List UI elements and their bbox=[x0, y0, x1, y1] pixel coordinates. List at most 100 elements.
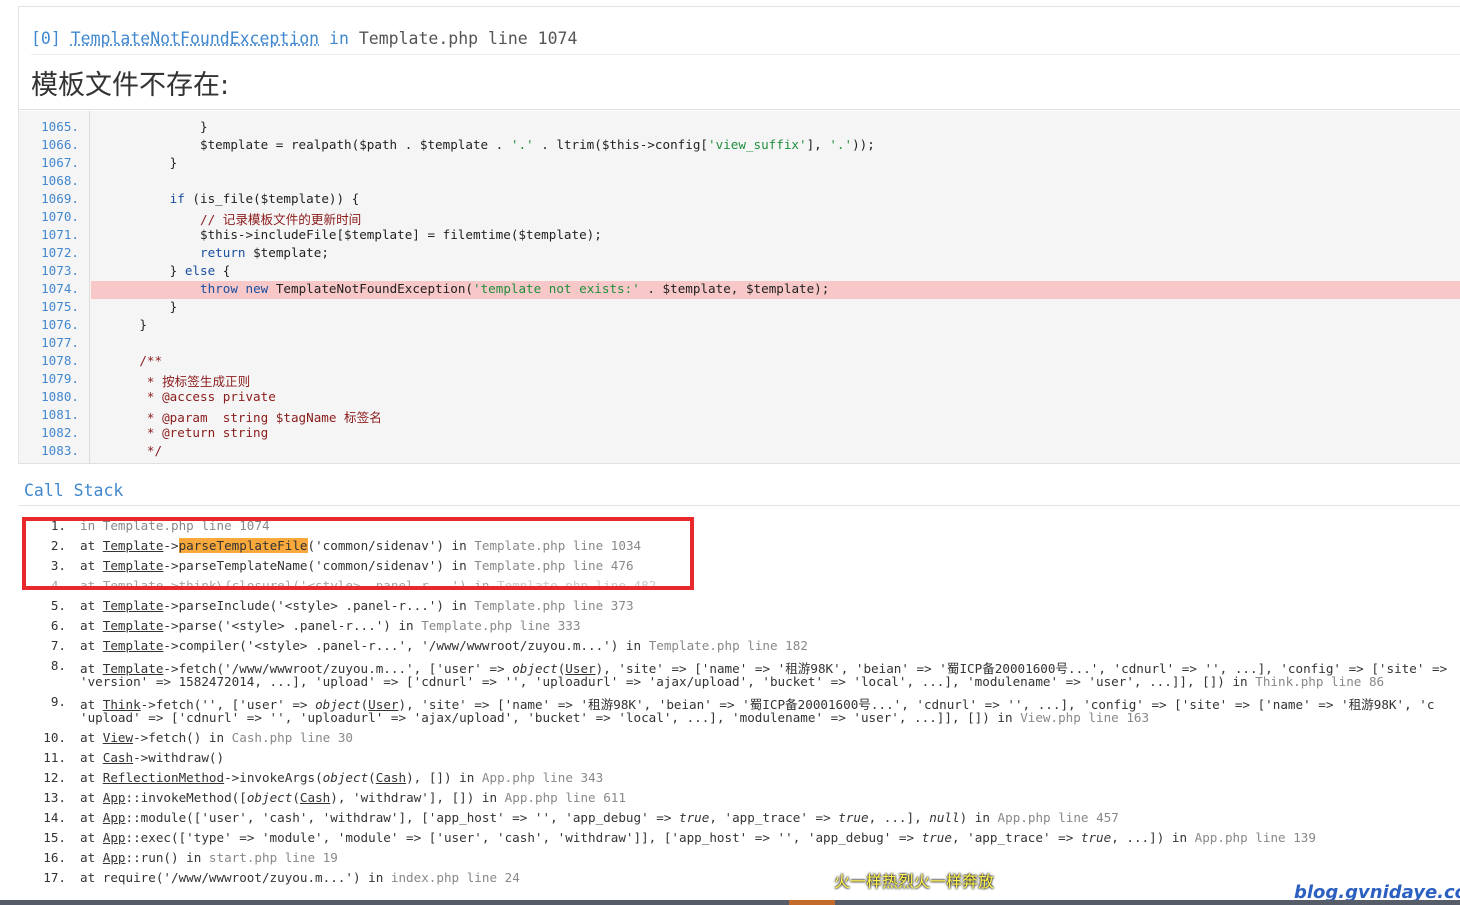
code-line: 1070. // 记录模板文件的更新时间 bbox=[19, 209, 1460, 227]
stack-frame: 14. at App::module(['user', 'cash', 'with… bbox=[24, 810, 1460, 828]
frame-number: 9. bbox=[50, 694, 66, 709]
code-text: } bbox=[109, 299, 178, 314]
code-text: // 记录模板文件的更新时间 bbox=[109, 212, 362, 227]
line-number: 1074. bbox=[41, 281, 79, 296]
line-number: 1065. bbox=[41, 119, 79, 134]
line-number: 1079. bbox=[41, 371, 79, 386]
code-line: 1072. return $template; bbox=[19, 245, 1460, 263]
code-text: } else { bbox=[109, 263, 231, 278]
line-number: 1077. bbox=[41, 335, 79, 350]
stack-frame: 7. at Template->compiler('<style> .panel-… bbox=[24, 638, 1460, 656]
frame-number: 10. bbox=[43, 730, 66, 745]
frame-text: at View->fetch() in Cash.php line 30 bbox=[80, 730, 353, 745]
code-text: */ bbox=[109, 443, 163, 458]
code-line: 1075. } bbox=[19, 299, 1460, 317]
code-text: } bbox=[109, 119, 208, 134]
frame-text: at App::invokeMethod([object(Cash), 'wit… bbox=[80, 790, 626, 805]
stack-frame: 17. at require('/www/wwwroot/zuyou.m...')… bbox=[24, 870, 1460, 888]
taskbar-segment bbox=[789, 900, 835, 905]
frame-text: at App::exec(['type' => 'module', 'modul… bbox=[80, 830, 1316, 845]
frame-number: 13. bbox=[43, 790, 66, 805]
line-number: 1069. bbox=[41, 191, 79, 206]
frame-number: 17. bbox=[43, 870, 66, 885]
line-number: 1082. bbox=[41, 425, 79, 440]
line-number: 1071. bbox=[41, 227, 79, 242]
frame-number: 16. bbox=[43, 850, 66, 865]
stack-frame: 5. at Template->parseInclude('<style> .pa… bbox=[24, 598, 1460, 616]
code-text: if (is_file($template)) { bbox=[169, 191, 360, 206]
frame-text: 'version' => 1582472014, ...], 'upload' … bbox=[80, 674, 1385, 689]
code-text: * 按标签生成正则 bbox=[109, 374, 251, 389]
code-line: 1080. * @access private bbox=[19, 389, 1460, 407]
code-line: 1068. bbox=[19, 173, 1460, 191]
code-line: 1081. * @param string $tagName 标签名 bbox=[19, 407, 1460, 425]
line-number: 1066. bbox=[41, 137, 79, 152]
frame-number: 14. bbox=[43, 810, 66, 825]
stack-frame: 10. at View->fetch() in Cash.php line 30 bbox=[24, 730, 1460, 748]
frame-text: at Template->compiler('<style> .panel-r.… bbox=[80, 638, 808, 653]
exception-class-link[interactable]: TemplateNotFoundException bbox=[71, 29, 319, 48]
call-stack-title: Call Stack bbox=[24, 481, 124, 500]
watermark-text: 火一样热烈火一样奔放 bbox=[834, 872, 995, 891]
frame-text: at ReflectionMethod->invokeArgs(object(C… bbox=[80, 770, 604, 785]
frame-text: at App::run() in start.php line 19 bbox=[80, 850, 338, 865]
code-line: 1077. bbox=[19, 335, 1460, 353]
line-number: 1067. bbox=[41, 155, 79, 170]
frame-text: at Template->parseInclude('<style> .pane… bbox=[80, 598, 634, 613]
stack-frame: 12. at ReflectionMethod->invokeArgs(objec… bbox=[24, 770, 1460, 788]
line-number: 1072. bbox=[41, 245, 79, 260]
code-line: 1065. } bbox=[19, 119, 1460, 137]
code-text: * @access private bbox=[109, 389, 276, 404]
code-line: 1071. $this->includeFile[$template] = fi… bbox=[19, 227, 1460, 245]
line-number: 1081. bbox=[41, 407, 79, 422]
exception-location: Template.php line 1074 bbox=[358, 29, 578, 48]
exception-message: 模板文件不存在: bbox=[31, 70, 230, 101]
code-text: * @param string $tagName 标签名 bbox=[109, 410, 382, 425]
code-text: } bbox=[109, 317, 147, 332]
divider bbox=[18, 505, 1460, 506]
line-number: 1080. bbox=[41, 389, 79, 404]
code-text: throw new TemplateNotFoundException('tem… bbox=[200, 281, 830, 296]
line-number: 1070. bbox=[41, 209, 79, 224]
code-text: $template = realpath($path . $template .… bbox=[109, 137, 875, 152]
line-number: 1068. bbox=[41, 173, 79, 188]
frame-text: at App::module(['user', 'cash', 'withdra… bbox=[80, 810, 1119, 825]
code-line: 1083. */ bbox=[19, 443, 1460, 461]
line-number: 1075. bbox=[41, 299, 79, 314]
code-text: } bbox=[109, 155, 178, 170]
frame-text: 'upload' => ['cdnurl' => '', 'uploadurl'… bbox=[80, 710, 1150, 725]
code-text: $this->includeFile[$template] = filemtim… bbox=[109, 227, 602, 242]
frame-text: at require('/www/wwwroot/zuyou.m...') in… bbox=[80, 870, 520, 885]
code-line: 1074. throw new TemplateNotFoundExceptio… bbox=[19, 281, 1460, 299]
stack-frame: 6. at Template->parse('<style> .panel-r..… bbox=[24, 618, 1460, 636]
frame-number: 15. bbox=[43, 830, 66, 845]
line-number: 1083. bbox=[41, 443, 79, 458]
code-line: 1066. $template = realpath($path . $temp… bbox=[19, 137, 1460, 155]
frame-number: 12. bbox=[43, 770, 66, 785]
code-line: 1079. * 按标签生成正则 bbox=[19, 371, 1460, 389]
code-line: 1082. * @return string bbox=[19, 425, 1460, 443]
frame-number: 7. bbox=[50, 638, 66, 653]
stack-frame: 15. at App::exec(['type' => 'module', 'mo… bbox=[24, 830, 1460, 848]
exception-index: [0] bbox=[31, 29, 61, 48]
frame-number: 6. bbox=[50, 618, 66, 633]
stack-frame: 13. at App::invokeMethod([object(Cash), '… bbox=[24, 790, 1460, 808]
source-code-block: 1065. } 1066. $template = realpath($path … bbox=[19, 111, 1460, 464]
exception-panel: [0] TemplateNotFoundException in Templat… bbox=[18, 6, 1460, 464]
code-line: 1073. } else { bbox=[19, 263, 1460, 281]
frame-number: 8. bbox=[50, 658, 66, 673]
frame-number: 11. bbox=[43, 750, 66, 765]
code-text: return $template; bbox=[200, 245, 329, 260]
code-line: 1078. /** bbox=[19, 353, 1460, 371]
exception-title: [0] TemplateNotFoundException in Templat… bbox=[31, 29, 577, 48]
line-number: 1078. bbox=[41, 353, 79, 368]
divider bbox=[31, 54, 1460, 55]
frame-text: at Cash->withdraw() bbox=[80, 750, 225, 765]
code-line: 1076. } bbox=[19, 317, 1460, 335]
code-text: * @return string bbox=[109, 425, 269, 440]
taskbar-strip bbox=[0, 900, 1460, 905]
annotation-highlight-box bbox=[22, 517, 694, 590]
line-number: 1076. bbox=[41, 317, 79, 332]
stack-frame: 16. at App::run() in start.php line 19 bbox=[24, 850, 1460, 868]
stack-frame: 11. at Cash->withdraw() bbox=[24, 750, 1460, 768]
